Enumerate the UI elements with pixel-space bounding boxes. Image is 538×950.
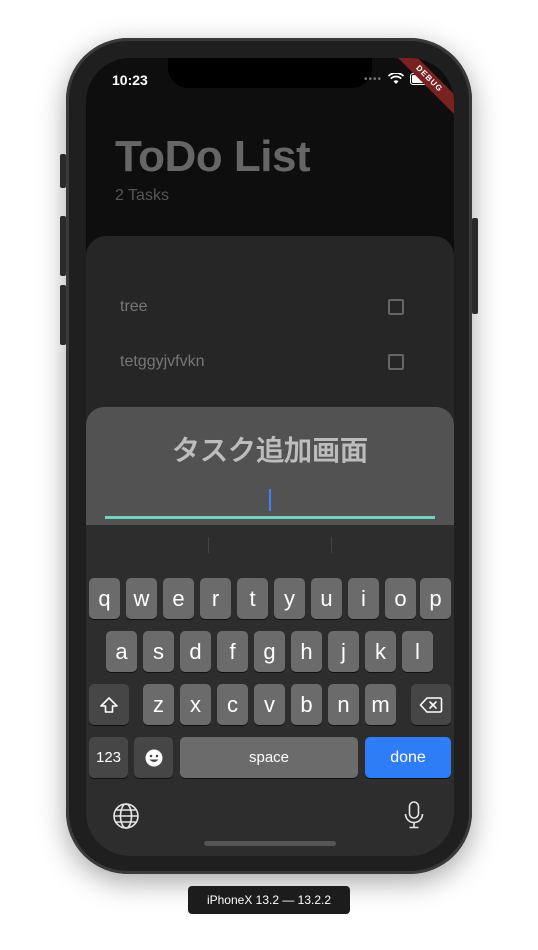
keyboard: q w e r t y u i o p a s d f g h j k l z … — [86, 525, 454, 856]
key-z[interactable]: z — [143, 684, 174, 725]
key-s[interactable]: s — [143, 631, 174, 672]
notch — [168, 58, 372, 88]
backspace-key[interactable] — [411, 684, 451, 725]
backspace-icon — [419, 696, 443, 713]
key-x[interactable]: x — [180, 684, 211, 725]
task-label: tetggyjvfvkn — [120, 353, 205, 370]
key-e[interactable]: e — [163, 578, 194, 619]
key-n[interactable]: n — [328, 684, 359, 725]
numbers-key[interactable]: 123 — [89, 737, 128, 778]
emoji-key[interactable] — [134, 737, 173, 778]
key-v[interactable]: v — [254, 684, 285, 725]
key-u[interactable]: u — [311, 578, 342, 619]
key-j[interactable]: j — [328, 631, 359, 672]
key-f[interactable]: f — [217, 631, 248, 672]
key-h[interactable]: h — [291, 631, 322, 672]
volume-down-button — [60, 285, 66, 345]
phone-screen: 10:23 •••• DEBUG ToDo List 2 Tasks tree … — [86, 58, 454, 856]
key-p[interactable]: p — [420, 578, 451, 619]
task-item[interactable]: tetggyjvfvkn — [120, 348, 404, 376]
wifi-icon — [388, 73, 404, 84]
key-r[interactable]: r — [200, 578, 231, 619]
key-i[interactable]: i — [348, 578, 379, 619]
key-q[interactable]: q — [89, 578, 120, 619]
key-d[interactable]: d — [180, 631, 211, 672]
mute-switch — [60, 154, 66, 188]
task-checkbox[interactable] — [388, 354, 404, 370]
key-c[interactable]: c — [217, 684, 248, 725]
sheet-title: タスク追加画面 — [171, 435, 368, 466]
key-a[interactable]: a — [106, 631, 137, 672]
key-l[interactable]: l — [402, 631, 433, 672]
suggestion-slot[interactable] — [209, 537, 332, 553]
emoji-icon — [145, 749, 162, 766]
device-label: iPhoneX 13.2 — 13.2.2 — [188, 886, 350, 914]
key-g[interactable]: g — [254, 631, 285, 672]
home-indicator[interactable] — [204, 841, 336, 846]
status-time: 10:23 — [112, 72, 148, 88]
key-k[interactable]: k — [365, 631, 396, 672]
key-m[interactable]: m — [365, 684, 396, 725]
page-title: ToDo List — [115, 132, 311, 181]
power-button — [472, 218, 478, 314]
cellular-signal-icon: •••• — [363, 73, 382, 85]
globe-icon[interactable] — [112, 802, 140, 830]
key-o[interactable]: o — [385, 578, 416, 619]
key-t[interactable]: t — [237, 578, 268, 619]
task-checkbox[interactable] — [388, 299, 404, 315]
task-input-wrapper — [105, 479, 435, 519]
suggestion-slot[interactable] — [86, 537, 209, 553]
task-count: 2 Tasks — [115, 187, 169, 204]
task-item[interactable]: tree — [120, 293, 404, 321]
shift-icon — [100, 696, 118, 713]
suggestion-slot[interactable] — [332, 537, 454, 553]
key-b[interactable]: b — [291, 684, 322, 725]
suggestion-bar — [86, 525, 454, 565]
task-label: tree — [120, 298, 148, 315]
text-caret — [269, 489, 271, 511]
key-y[interactable]: y — [274, 578, 305, 619]
microphone-icon[interactable] — [402, 800, 426, 830]
space-key[interactable]: space — [180, 737, 358, 778]
key-w[interactable]: w — [126, 578, 157, 619]
shift-key[interactable] — [89, 684, 129, 725]
done-key[interactable]: done — [365, 737, 451, 778]
volume-up-button — [60, 216, 66, 276]
